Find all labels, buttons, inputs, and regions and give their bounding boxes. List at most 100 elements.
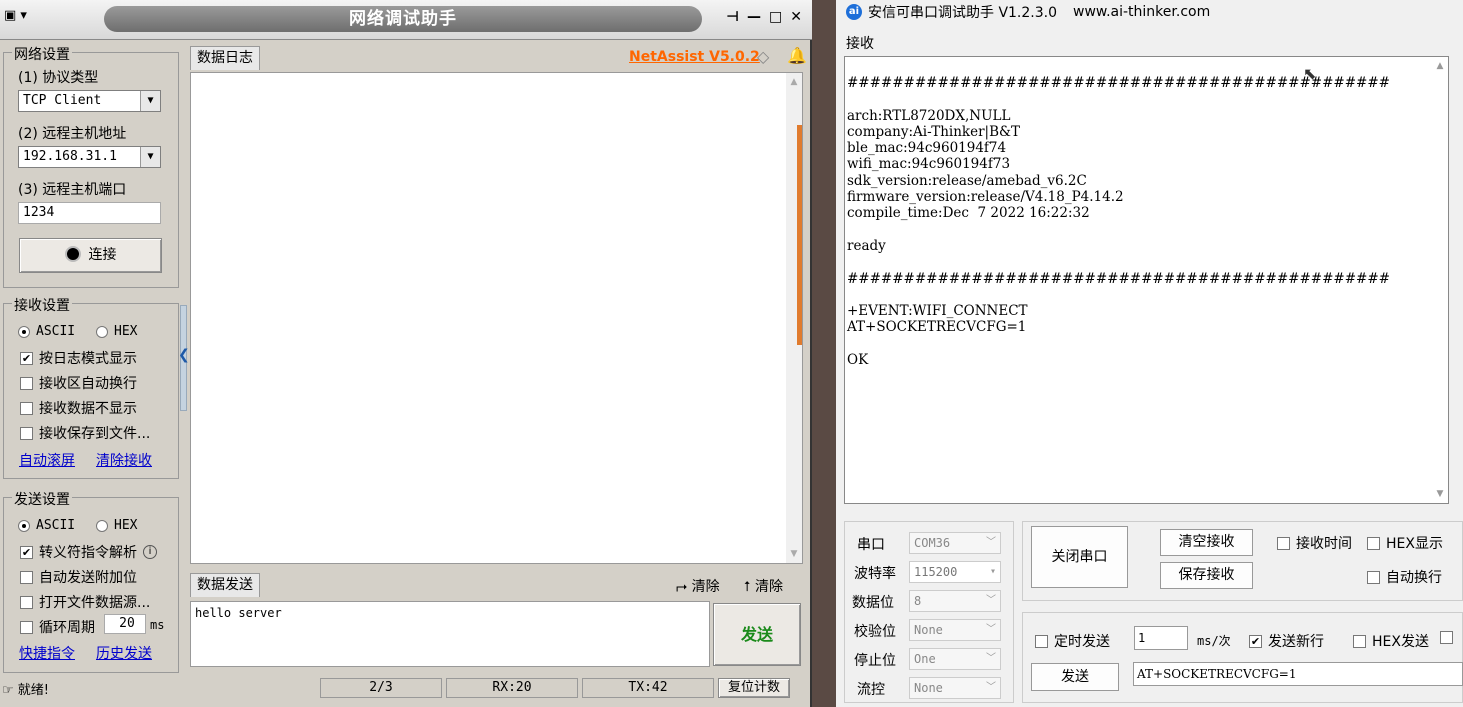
recv-line: arch:RTL8720DX,NULL bbox=[847, 107, 1011, 124]
info-icon[interactable]: i bbox=[143, 545, 157, 559]
protocol-select[interactable]: TCP Client ▼ bbox=[18, 90, 161, 112]
quick-commands-link[interactable]: 快捷指令 bbox=[19, 643, 75, 663]
clear-recv-link[interactable]: 清除接收 bbox=[96, 450, 152, 470]
send-input[interactable]: AT+SOCKETRECVCFG=1 bbox=[1133, 662, 1463, 686]
status-rx: RX:20 bbox=[446, 678, 578, 698]
flow-select[interactable]: None ﹀ bbox=[909, 677, 1001, 699]
hex-display-checkbox[interactable]: HEX显示 bbox=[1367, 533, 1443, 553]
recv-time-checkbox[interactable]: 接收时间 bbox=[1277, 533, 1352, 553]
window-menu-icon[interactable]: ▣ ▾ bbox=[4, 8, 27, 23]
send-newline-checkbox[interactable]: ✔ 发送新行 bbox=[1249, 631, 1324, 651]
scroll-down-icon[interactable]: ▼ bbox=[1432, 489, 1448, 499]
chevron-left-icon[interactable]: ❮ bbox=[178, 347, 190, 363]
group-title: 网络设置 bbox=[12, 44, 72, 64]
send-button[interactable]: 发送 bbox=[713, 603, 801, 666]
append-bit-checkbox[interactable]: 自动发送附加位 bbox=[20, 567, 137, 587]
databits-select[interactable]: 8 ﹀ bbox=[909, 590, 1001, 612]
maximize-icon[interactable]: □ bbox=[769, 9, 782, 25]
netassist-titlebar: ▣ ▾ 网络调试助手 ⊣ — □ ✕ bbox=[0, 0, 812, 40]
pin-icon[interactable]: ⊣ bbox=[726, 9, 739, 25]
data-log-panel[interactable]: ▲ ▼ bbox=[190, 72, 803, 564]
cycle-unit: ms bbox=[150, 618, 165, 632]
timed-send-checkbox[interactable]: 定时发送 bbox=[1035, 631, 1110, 651]
close-icon[interactable]: ✕ bbox=[790, 9, 802, 25]
escape-parse-checkbox[interactable]: ✔ 转义符指令解析 i bbox=[20, 542, 157, 562]
recv-scrollbar[interactable]: ▲ ▼ bbox=[1432, 57, 1448, 503]
extra-checkbox[interactable] bbox=[1440, 631, 1453, 644]
scroll-up-icon[interactable]: ▲ bbox=[1432, 61, 1448, 71]
recv-ascii-radio[interactable]: ASCII bbox=[18, 324, 75, 339]
auto-wrap-checkbox[interactable]: 自动换行 bbox=[1367, 567, 1442, 587]
recv-line bbox=[847, 336, 1390, 352]
netassist-window: ▣ ▾ 网络调试助手 ⊣ — □ ✕ 网络设置 (1) 协议类型 TCP Cli… bbox=[0, 0, 812, 707]
send-settings-group: 发送设置 ASCII HEX ✔ 转义符指令解析 i 自动发送附加位 打开文件数据源… bbox=[3, 489, 179, 673]
recv-line: firmware_version:release/V4.18_P4.14.2 bbox=[847, 189, 1124, 206]
scroll-up-icon[interactable]: ▲ bbox=[786, 77, 802, 87]
cycle-input[interactable]: 20 bbox=[104, 614, 146, 634]
send-textarea[interactable]: hello server bbox=[190, 601, 710, 667]
parity-select[interactable]: None ﹀ bbox=[909, 619, 1001, 641]
tab-data-send[interactable]: 数据发送 bbox=[190, 573, 260, 597]
chevron-down-icon[interactable]: ▼ bbox=[140, 91, 160, 111]
brand-link[interactable]: NetAssist V5.0.2 bbox=[629, 49, 760, 65]
status-tx: TX:42 bbox=[582, 678, 714, 698]
interval-input[interactable]: 1 bbox=[1134, 626, 1188, 650]
group-title: 发送设置 bbox=[12, 489, 72, 509]
port-label: 串口 bbox=[857, 537, 885, 553]
send-button[interactable]: 发送 bbox=[1031, 663, 1119, 691]
host-label: (2) 远程主机地址 bbox=[18, 126, 127, 142]
recv-hex-radio[interactable]: HEX bbox=[96, 324, 137, 339]
stopbits-label: 停止位 bbox=[854, 653, 896, 669]
close-port-button[interactable]: 关闭串口 bbox=[1031, 526, 1128, 588]
clear-send-button[interactable]: ⮣ 清除 bbox=[676, 576, 720, 596]
receive-textarea[interactable]: ########################################… bbox=[844, 56, 1449, 504]
chevron-down-icon[interactable]: ▼ bbox=[140, 147, 160, 167]
mouse-cursor-icon: ⬉ bbox=[1303, 64, 1317, 83]
port-select[interactable]: COM36 ﹀ bbox=[909, 532, 1001, 554]
recv-line bbox=[847, 254, 1390, 270]
file-source-checkbox[interactable]: 打开文件数据源... bbox=[20, 592, 150, 612]
reset-count-button[interactable]: 复位计数 bbox=[718, 678, 790, 698]
clear-recv-button[interactable]: 清空接收 bbox=[1160, 529, 1253, 556]
connect-button[interactable]: 连接 bbox=[19, 238, 162, 273]
send-ascii-radio[interactable]: ASCII bbox=[18, 518, 75, 533]
recv-label: 接收 bbox=[846, 36, 874, 52]
hand-pointer-icon: ☞ bbox=[2, 683, 18, 698]
recv-line: compile_time:Dec 7 2022 16:22:32 bbox=[847, 205, 1090, 222]
tab-data-log[interactable]: 数据日志 bbox=[190, 46, 260, 70]
send-hex-radio[interactable]: HEX bbox=[96, 518, 137, 533]
hex-send-checkbox[interactable]: HEX发送 bbox=[1353, 631, 1429, 651]
bell-icon[interactable]: 🔔 bbox=[787, 46, 807, 65]
recv-line bbox=[847, 91, 1390, 107]
recv-save-file-checkbox[interactable]: 接收保存到文件... bbox=[20, 423, 150, 443]
host-select[interactable]: 192.168.31.1 ▼ bbox=[18, 146, 161, 168]
save-recv-button[interactable]: 保存接收 bbox=[1160, 562, 1253, 589]
log-scrollbar[interactable]: ▲ ▼ bbox=[786, 73, 802, 563]
diamond-icon[interactable]: ◇ bbox=[757, 47, 769, 66]
minimize-icon[interactable]: — bbox=[747, 9, 761, 25]
chevron-down-icon: ▾ bbox=[989, 566, 996, 577]
baud-select[interactable]: 115200 ▾ bbox=[909, 561, 1001, 583]
send-history-link[interactable]: 历史发送 bbox=[96, 643, 152, 663]
chevron-down-icon: ﹀ bbox=[986, 682, 996, 693]
recv-hide-checkbox[interactable]: 接收数据不显示 bbox=[20, 398, 137, 418]
app-logo-icon: ai bbox=[846, 4, 862, 20]
clear-all-button[interactable]: ⭡ 清除 bbox=[744, 576, 783, 596]
parity-label: 校验位 bbox=[854, 624, 896, 640]
stopbits-select[interactable]: One ﹀ bbox=[909, 648, 1001, 670]
chevron-down-icon: ﹀ bbox=[986, 595, 996, 606]
interval-unit: ms/次 bbox=[1197, 634, 1231, 648]
scroll-down-icon[interactable]: ▼ bbox=[786, 549, 802, 559]
status-count: 2/3 bbox=[320, 678, 442, 698]
port-input[interactable]: 1234 bbox=[18, 202, 161, 224]
auto-scroll-link[interactable]: 自动滚屏 bbox=[19, 450, 75, 470]
databits-label: 数据位 bbox=[852, 595, 894, 611]
status-ready: ☞ 就绪! bbox=[2, 683, 50, 698]
log-mode-checkbox[interactable]: ✔ 按日志模式显示 bbox=[20, 348, 137, 368]
recv-autowrap-checkbox[interactable]: 接收区自动换行 bbox=[20, 373, 137, 393]
recv-line bbox=[847, 222, 1390, 238]
scroll-accent bbox=[797, 125, 802, 345]
recv-line: OK bbox=[847, 352, 869, 369]
recv-line: AT+SOCKETRECVCFG=1 bbox=[847, 319, 1027, 336]
cycle-checkbox[interactable]: 循环周期 bbox=[20, 617, 95, 637]
